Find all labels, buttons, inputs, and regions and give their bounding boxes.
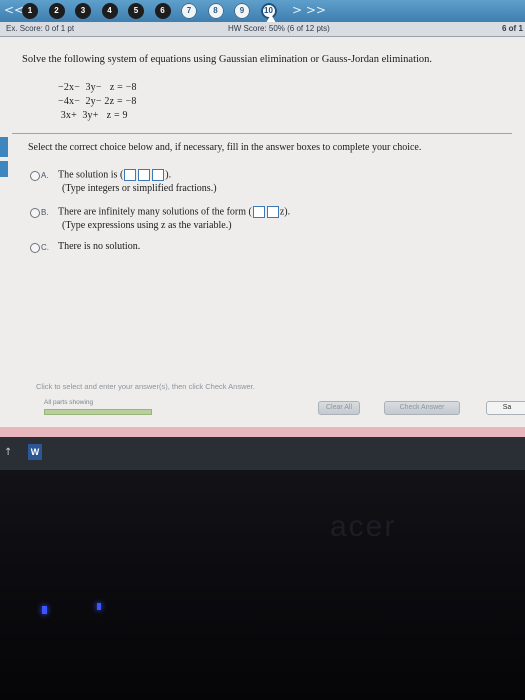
browser-screen: << 1 2 3 4 5 6 7 8 9 10 > >> Ex. Score: 0 of 1 pt… (0, 0, 525, 470)
question-count: 6 of 1 (502, 24, 523, 33)
next-question-arrows[interactable]: > >> (292, 3, 326, 17)
check-answer-button[interactable]: Check Answer (384, 401, 460, 415)
answer-box-y[interactable] (138, 169, 151, 181)
option-c-radio[interactable] (30, 243, 40, 253)
word-app-icon[interactable]: W (28, 444, 42, 460)
question-6-dot[interactable]: 6 (154, 3, 171, 19)
all-parts-showing-label: All parts showing (44, 399, 94, 406)
side-tab[interactable] (0, 137, 8, 157)
solution-answer-boxes (123, 169, 165, 181)
option-b-hint: (Type expressions using z as the variabl… (62, 220, 232, 231)
answer-box-y-expression[interactable] (266, 206, 279, 218)
question-prompt: Solve the following system of equations … (22, 54, 433, 65)
action-bar: All parts showing Clear All Check Answer… (0, 395, 525, 429)
infinite-solution-answer-boxes (252, 206, 280, 218)
question-2-dot[interactable]: 2 (48, 3, 65, 19)
instruction-text: Select the correct choice below and, if … (28, 142, 422, 153)
score-bar: Ex. Score: 0 of 1 pt HW Score: 50% (6 of… (0, 22, 525, 37)
option-c-label: C. (41, 243, 49, 252)
option-a-label: A. (41, 171, 49, 180)
clear-all-button[interactable]: Clear All (318, 401, 360, 415)
exercise-score: Ex. Score: 0 of 1 pt (6, 24, 75, 33)
equation-2: −4x− 2y− 2z = −8 (58, 96, 137, 107)
option-b-text: There are infinitely many solutions of t… (58, 206, 291, 218)
save-button[interactable]: Sa (486, 401, 525, 415)
window-separator (0, 427, 525, 437)
equation-1: −2x− 3y− z = −8 (58, 82, 137, 93)
question-5-dot[interactable]: 5 (128, 3, 144, 19)
question-1-dot[interactable]: 1 (22, 3, 38, 19)
question-8-dot[interactable]: 8 (207, 3, 224, 19)
question-navigation-bar: << 1 2 3 4 5 6 7 8 9 10 > >> (0, 0, 525, 23)
laptop-brand-logo: acer (330, 510, 397, 543)
option-c-text: There is no solution. (58, 241, 141, 252)
arrow-up-icon[interactable]: ↑ (4, 447, 12, 458)
question-3-dot[interactable]: 3 (75, 3, 91, 19)
option-a-radio[interactable] (30, 171, 40, 181)
option-a-text: The solution is (). (58, 169, 172, 181)
footer-hint: Click to select and enter your answer(s)… (36, 382, 255, 391)
option-b-label: B. (41, 208, 49, 217)
question-panel: Solve the following system of equations … (0, 37, 525, 427)
option-a-hint: (Type integers or simplified fractions.) (62, 183, 217, 194)
divider (12, 133, 512, 134)
answer-box-z[interactable] (152, 169, 165, 181)
os-taskbar: ↑ W (0, 437, 525, 470)
question-9-dot[interactable]: 9 (234, 3, 250, 19)
status-led (42, 606, 47, 614)
answer-box-x-expression[interactable] (252, 206, 265, 218)
answer-box-x[interactable] (124, 169, 137, 181)
question-4-dot[interactable]: 4 (101, 3, 118, 19)
homework-score: HW Score: 50% (6 of 12 pts) (228, 24, 330, 33)
laptop-bezel: acer (0, 470, 525, 700)
question-7-dot[interactable]: 7 (181, 3, 197, 19)
side-tab[interactable] (0, 161, 8, 177)
option-b-radio[interactable] (30, 208, 40, 218)
equation-3: 3x+ 3y+ z = 9 (58, 110, 128, 121)
status-led (97, 603, 101, 610)
parts-progress-bar (44, 409, 152, 415)
